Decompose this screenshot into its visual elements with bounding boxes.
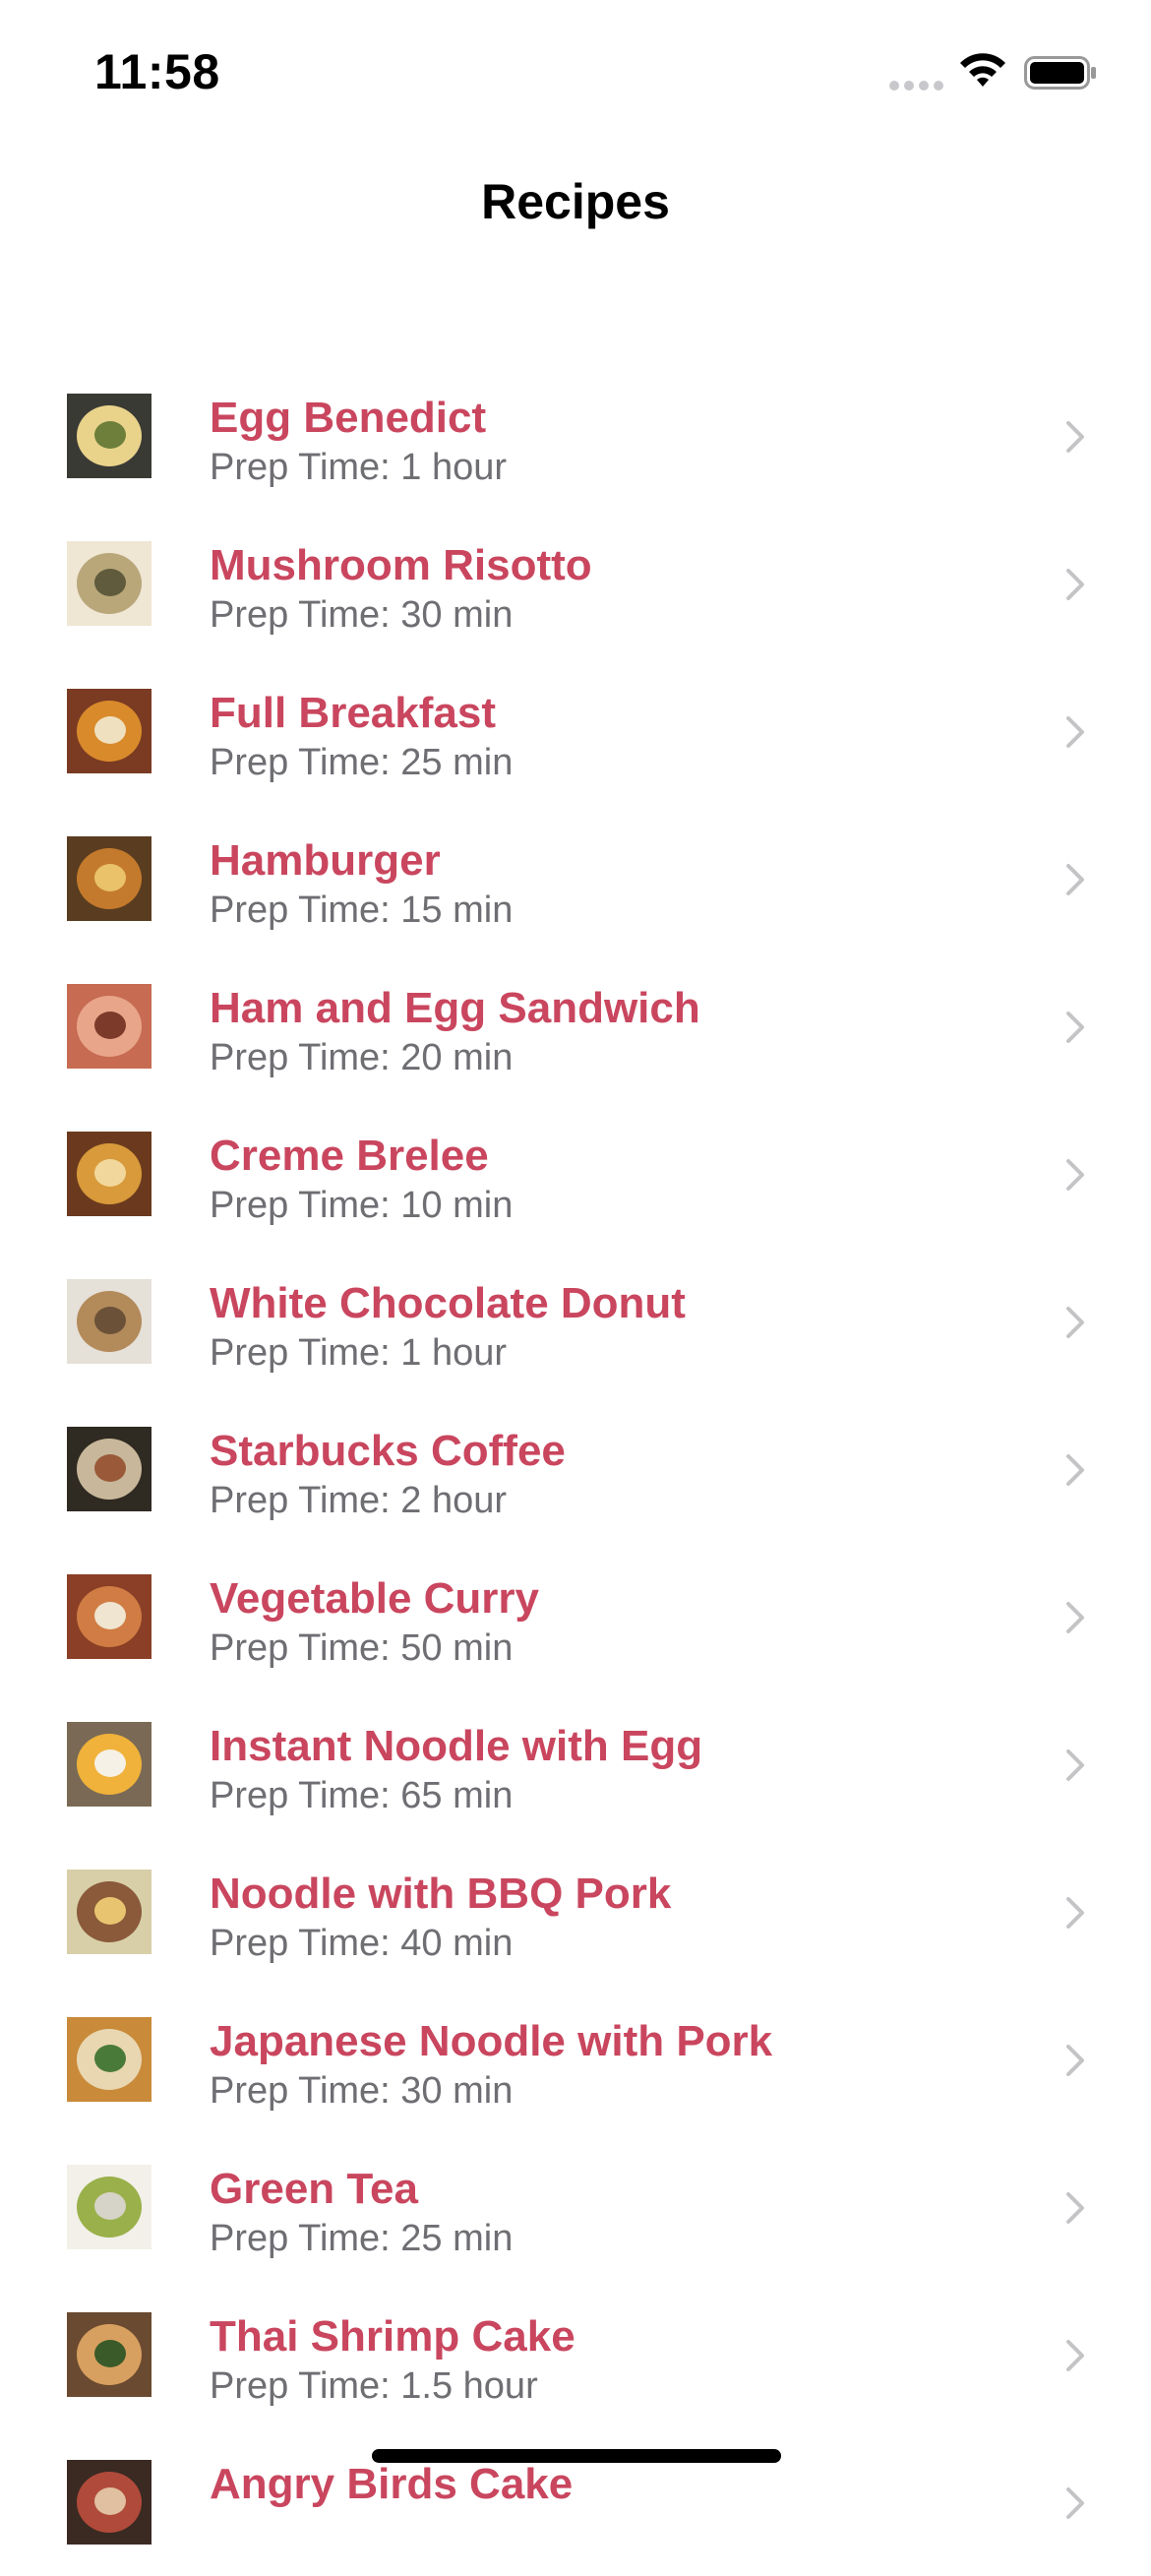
recipe-prep-time: Prep Time: 40 min <box>210 1923 514 1964</box>
recipe-name: Instant Noodle with Egg <box>210 1722 703 1770</box>
recipe-prep-time: Prep Time: 25 min <box>210 2218 514 2259</box>
recipe-thumbnail <box>67 1427 151 1511</box>
recipe-thumbnail <box>67 1132 151 1216</box>
recipe-name: Starbucks Coffee <box>210 1427 566 1475</box>
recipe-prep-time: Prep Time: 10 min <box>210 1185 514 1226</box>
recipe-thumbnail <box>67 836 151 921</box>
chevron-right-icon <box>1066 421 1084 453</box>
home-indicator[interactable] <box>372 2449 781 2463</box>
recipe-row[interactable]: Ham and Egg Sandwich Prep Time: 20 min <box>0 952 1151 1100</box>
recipe-row[interactable]: Mushroom Risotto Prep Time: 30 min <box>0 510 1151 657</box>
chevron-right-icon <box>1066 1897 1084 1929</box>
chevron-right-icon <box>1066 1012 1084 1043</box>
chevron-right-icon <box>1066 2487 1084 2519</box>
recipe-prep-time: Prep Time: 30 min <box>210 2070 514 2112</box>
page-title: Recipes <box>481 174 670 229</box>
recipe-prep-time: Prep Time: 1.5 hour <box>210 2365 538 2407</box>
recipe-row[interactable]: Hamburger Prep Time: 15 min <box>0 805 1151 952</box>
recipe-thumbnail <box>67 2017 151 2102</box>
recipe-prep-time: Prep Time: 2 hour <box>210 1480 508 1521</box>
chevron-right-icon <box>1066 2340 1084 2371</box>
recipe-name: Noodle with BBQ Pork <box>210 1870 672 1918</box>
battery-icon <box>1024 56 1096 90</box>
recipe-name: Egg Benedict <box>210 394 487 442</box>
wifi-icon <box>960 53 1005 87</box>
status-bar: 11:58 <box>0 0 1151 138</box>
recipe-prep-time: Prep Time: 20 min <box>210 1037 514 1078</box>
recipe-row[interactable]: Instant Noodle with Egg Prep Time: 65 min <box>0 1690 1151 1838</box>
chevron-right-icon <box>1066 2192 1084 2224</box>
recipe-prep-time: Prep Time: 50 min <box>210 1627 514 1669</box>
recipe-name: Japanese Noodle with Pork <box>210 2017 773 2065</box>
recipe-prep-time: Prep Time: 65 min <box>210 1775 514 1816</box>
recipe-name: White Chocolate Donut <box>210 1279 686 1327</box>
recipe-name: Mushroom Risotto <box>210 541 592 589</box>
recipe-thumbnail <box>67 1870 151 1954</box>
recipe-name: Ham and Egg Sandwich <box>210 984 700 1032</box>
recipe-name: Green Tea <box>210 2165 418 2213</box>
recipe-thumbnail <box>67 2312 151 2397</box>
recipe-prep-time: Prep Time: 15 min <box>210 889 514 931</box>
chevron-right-icon <box>1066 1159 1084 1191</box>
recipe-row[interactable]: Starbucks Coffee Prep Time: 2 hour <box>0 1395 1151 1543</box>
recipe-name: Thai Shrimp Cake <box>210 2312 576 2361</box>
recipe-row[interactable]: Thai Shrimp Cake Prep Time: 1.5 hour <box>0 2281 1151 2428</box>
cellular-signal-icon <box>889 81 943 91</box>
recipe-thumbnail <box>67 394 151 478</box>
chevron-right-icon <box>1066 569 1084 600</box>
recipe-name: Creme Brelee <box>210 1132 489 1180</box>
recipe-row[interactable]: Full Breakfast Prep Time: 25 min <box>0 657 1151 805</box>
chevron-right-icon <box>1066 864 1084 895</box>
recipe-thumbnail <box>67 689 151 773</box>
recipe-prep-time: Prep Time: 1 hour <box>210 447 508 488</box>
recipe-thumbnail <box>67 541 151 626</box>
recipe-name: Hamburger <box>210 836 441 885</box>
recipe-row[interactable]: Japanese Noodle with Pork Prep Time: 30 m… <box>0 1986 1151 2133</box>
recipe-row[interactable]: Noodle with BBQ Pork Prep Time: 40 min <box>0 1838 1151 1986</box>
recipe-name: Angry Birds Cake <box>210 2460 574 2508</box>
recipe-thumbnail <box>67 1722 151 1807</box>
chevron-right-icon <box>1066 1602 1084 1633</box>
chevron-right-icon <box>1066 1307 1084 1338</box>
recipe-prep-time: Prep Time: 30 min <box>210 594 514 636</box>
recipe-prep-time: Prep Time: 25 min <box>210 742 514 783</box>
chevron-right-icon <box>1066 1454 1084 1486</box>
recipe-row[interactable]: Vegetable Curry Prep Time: 50 min <box>0 1543 1151 1690</box>
chevron-right-icon <box>1066 716 1084 748</box>
recipe-thumbnail <box>67 1574 151 1659</box>
recipe-name: Full Breakfast <box>210 689 496 737</box>
recipe-row[interactable]: Creme Brelee Prep Time: 10 min <box>0 1100 1151 1248</box>
chevron-right-icon <box>1066 2045 1084 2076</box>
status-time: 11:58 <box>94 44 220 99</box>
chevron-right-icon <box>1066 1749 1084 1781</box>
recipe-thumbnail <box>67 2165 151 2249</box>
recipe-row[interactable]: Egg Benedict Prep Time: 1 hour <box>0 362 1151 510</box>
recipe-thumbnail <box>67 984 151 1069</box>
recipe-thumbnail <box>67 2460 151 2545</box>
recipe-row[interactable]: White Chocolate Donut Prep Time: 1 hour <box>0 1248 1151 1395</box>
recipe-row[interactable]: Green Tea Prep Time: 25 min <box>0 2133 1151 2281</box>
recipe-thumbnail <box>67 1279 151 1364</box>
recipe-prep-time: Prep Time: 1 hour <box>210 1332 508 1374</box>
recipe-list: Egg Benedict Prep Time: 1 hour Mushroom Ri… <box>0 362 1151 2576</box>
recipe-name: Vegetable Curry <box>210 1574 540 1623</box>
